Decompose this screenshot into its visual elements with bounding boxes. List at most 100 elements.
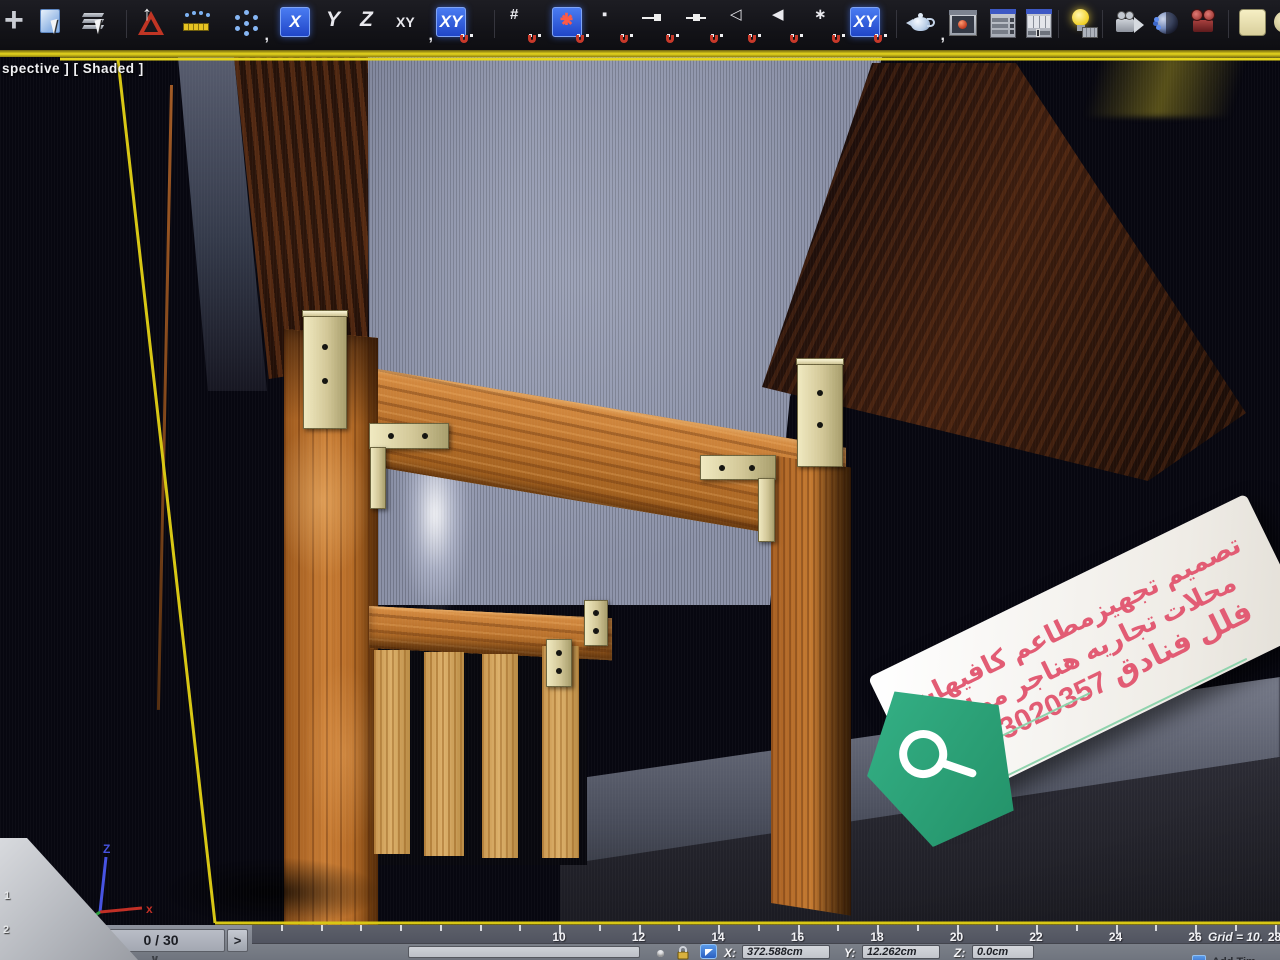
x-coordinate-field[interactable]: 372.588cm: [742, 945, 830, 959]
toolbar-separator: [1102, 10, 1103, 38]
add-time-tag-icon[interactable]: [1192, 955, 1206, 960]
metal-bracket: [797, 363, 843, 467]
magnet-snap-icon: [527, 34, 542, 47]
toolbar-separator: [1228, 10, 1229, 38]
ruler-tick: [678, 925, 680, 931]
ruler-number: 24: [1101, 930, 1131, 944]
scaffold-tool-icon[interactable]: ↑: [136, 7, 170, 43]
toolbar-separator: [1058, 10, 1059, 38]
ruler-number: 16: [783, 930, 813, 944]
ruler-number: 14: [703, 930, 733, 944]
timeline-statusbar: < 0 / 30 > 10121416182022242628 X: 372.5…: [0, 925, 1280, 960]
metal-bracket: [369, 423, 449, 449]
toolbar-separator: [896, 10, 897, 38]
screen: +↑,XYZXY,XY#++▪◁◀∗XY,: [0, 0, 1280, 960]
video-post-camera-icon[interactable]: [1190, 7, 1224, 43]
environment-sphere-icon[interactable]: [1152, 7, 1186, 43]
metal-bracket: [303, 315, 347, 429]
rendered-frame-window-icon[interactable]: [948, 7, 982, 43]
wood-slat: [424, 652, 464, 856]
ruler-tick: [519, 925, 521, 931]
ruler-number: 12: [624, 930, 654, 944]
magnet-snap-icon: [789, 34, 804, 47]
ruler-tick: [599, 925, 601, 931]
y-coordinate-field[interactable]: 12.262cm: [862, 945, 940, 959]
x-coordinate-label: X:: [724, 946, 736, 960]
ruler-number: 26: [1180, 930, 1210, 944]
selection-dots-icon[interactable]: ,: [230, 7, 264, 43]
magnet-snap-icon: [831, 34, 846, 47]
ruler-number: 10: [544, 930, 574, 944]
axis-xy-label[interactable]: XY,: [394, 7, 428, 43]
snap-edge-button[interactable]: ◁: [728, 7, 758, 43]
viewport-top-border: [0, 50, 1280, 57]
partial-icon[interactable]: [1272, 7, 1280, 43]
material-editor-icon[interactable]: [988, 7, 1022, 43]
absolute-mode-toggle-icon[interactable]: [700, 944, 717, 959]
axis-z-button[interactable]: Z: [358, 7, 392, 43]
ruler-tick: [1076, 925, 1078, 931]
wood-slat: [374, 650, 410, 854]
metal-bracket: [758, 478, 775, 542]
wood-slat: [482, 654, 518, 858]
chevron-down-icon[interactable]: ∨: [150, 952, 160, 960]
render-setup-icon[interactable]: [1024, 7, 1058, 43]
viewport-canvas[interactable]: [0, 57, 1280, 925]
ruler-number: 18: [862, 930, 892, 944]
status-dot-icon: [657, 950, 664, 957]
move-plus-icon[interactable]: +: [2, 7, 36, 43]
magnet-snap-icon: [575, 34, 590, 47]
ruler-tick: [440, 925, 442, 931]
grid-spacing-label: Grid = 10.: [1208, 930, 1263, 944]
metal-bracket: [546, 639, 572, 687]
ruler-tick: [480, 925, 482, 931]
ruler-tick: [1155, 925, 1157, 931]
magnet-snap-icon: [619, 34, 634, 47]
snap-vertex-button[interactable]: ▪: [600, 7, 630, 43]
status-row: X: 372.588cm Y: 12.262cm Z: 0.0cm Grid =…: [0, 944, 1280, 960]
ruler-number: 20: [942, 930, 972, 944]
select-by-layer-icon[interactable]: [82, 7, 116, 43]
metal-bracket: [584, 600, 608, 646]
toolbar-separator: [126, 10, 127, 38]
snap-endpoint-button[interactable]: [642, 7, 676, 43]
scene-spline-edge: [157, 85, 173, 710]
metal-bracket: [700, 455, 776, 480]
camera-icon[interactable]: [1114, 7, 1148, 43]
render-teapot-icon[interactable]: ,: [906, 7, 940, 43]
axis-y-button[interactable]: Y: [324, 7, 358, 43]
ruler-tick: [360, 925, 362, 931]
magnet-snap-icon: [747, 34, 762, 47]
ruler-tick: [758, 925, 760, 931]
prompt-field[interactable]: [408, 946, 640, 958]
screen-glare: [1050, 57, 1280, 117]
add-time-tag-label[interactable]: Add Tim: [1212, 956, 1256, 960]
metal-bracket: [370, 447, 386, 509]
magnet-snap-icon: [709, 34, 724, 47]
snap-point-button[interactable]: ∗: [812, 7, 842, 43]
ruler-tick: [281, 925, 283, 931]
snap-grid-button[interactable]: #: [508, 7, 538, 43]
viewport-label: spective ] [ Shaded ]: [2, 61, 144, 76]
snap-pivot-button[interactable]: ++: [552, 7, 586, 43]
track-bar[interactable]: 10121416182022242628: [252, 925, 1280, 944]
blank-button[interactable]: [1238, 7, 1272, 43]
main-toolbar: +↑,XYZXY,XY#++▪◁◀∗XY,: [0, 0, 1280, 50]
y-coordinate-label: Y:: [844, 946, 855, 960]
plane-xy-snap-button[interactable]: XY: [436, 7, 470, 43]
ruler-tick: [400, 925, 402, 931]
ruler-number: 22: [1021, 930, 1051, 944]
measure-ruler-icon[interactable]: [182, 7, 216, 43]
z-coordinate-field[interactable]: 0.0cm: [972, 945, 1034, 959]
light-lister-icon[interactable]: [1068, 7, 1102, 43]
snap-plane-xy-button[interactable]: XY: [850, 7, 884, 43]
ruler-tick: [917, 925, 919, 931]
bezel-mark: 2: [3, 924, 9, 936]
selection-lock-icon[interactable]: [676, 945, 690, 960]
snap-midpoint-button[interactable]: [686, 7, 720, 43]
axis-x-button[interactable]: X: [280, 7, 314, 43]
select-document-icon[interactable]: [38, 7, 72, 43]
ruler-tick: [996, 925, 998, 931]
snap-face-button[interactable]: ◀: [770, 7, 800, 43]
wood-post-right: [771, 455, 851, 916]
